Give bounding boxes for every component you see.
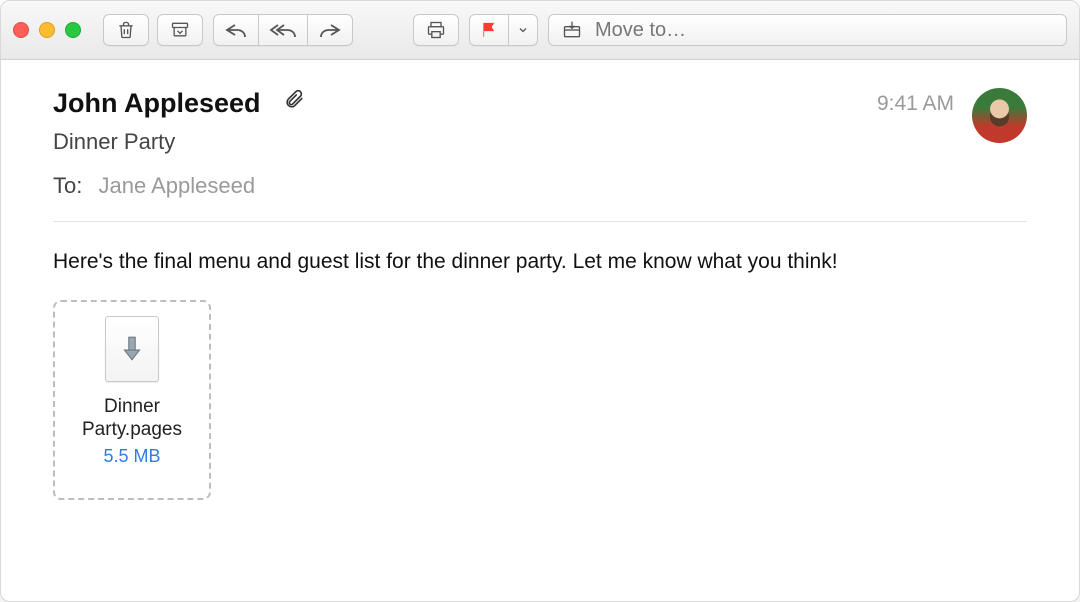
attachment-file-icon (105, 316, 159, 382)
message-header: John Appleseed Dinner Party To: Jane App… (53, 88, 1027, 199)
print-button[interactable] (413, 14, 459, 46)
to-line: To: Jane Appleseed (53, 173, 877, 199)
trash-icon (116, 20, 136, 40)
download-arrow-icon (119, 334, 145, 364)
reply-button[interactable] (213, 14, 259, 46)
to-label: To: (53, 173, 82, 198)
attachment[interactable]: Dinner Party.pages 5.5 MB (53, 300, 211, 500)
move-to-label: Move to… (595, 19, 686, 42)
subject-line: Dinner Party (53, 129, 877, 155)
chevron-down-icon (517, 24, 529, 36)
timestamp: 9:41 AM (877, 92, 954, 116)
toolbar: Move to… (1, 1, 1079, 60)
archive-icon (169, 20, 191, 40)
printer-icon (424, 20, 448, 40)
reply-all-icon (269, 21, 297, 39)
move-to-icon (561, 20, 583, 40)
delete-group (103, 14, 203, 46)
reply-group (213, 14, 353, 46)
flag-group (469, 14, 538, 46)
attachment-size: 5.5 MB (103, 446, 160, 467)
zoom-window-button[interactable] (65, 22, 81, 38)
reply-icon (224, 21, 248, 39)
minimize-window-button[interactable] (39, 22, 55, 38)
forward-icon (318, 21, 342, 39)
move-to-button[interactable]: Move to… (548, 14, 1067, 46)
forward-button[interactable] (307, 14, 353, 46)
flag-menu-button[interactable] (508, 14, 538, 46)
delete-button[interactable] (103, 14, 149, 46)
attachment-name: Dinner Party.pages (63, 396, 201, 442)
message-body: Here's the final menu and guest list for… (53, 248, 1027, 276)
message-content: John Appleseed Dinner Party To: Jane App… (1, 60, 1079, 601)
header-divider (53, 221, 1027, 222)
flag-icon (480, 21, 498, 39)
paperclip-icon (283, 88, 305, 110)
archive-button[interactable] (157, 14, 203, 46)
reply-all-button[interactable] (258, 14, 308, 46)
sender-avatar[interactable] (972, 88, 1027, 143)
close-window-button[interactable] (13, 22, 29, 38)
flag-button[interactable] (469, 14, 509, 46)
window-controls (13, 22, 81, 38)
recipient-name: Jane Appleseed (98, 173, 255, 198)
mail-message-window: Move to… John Appleseed Dinner Party To:… (0, 0, 1080, 602)
sender-name: John Appleseed (53, 88, 261, 119)
